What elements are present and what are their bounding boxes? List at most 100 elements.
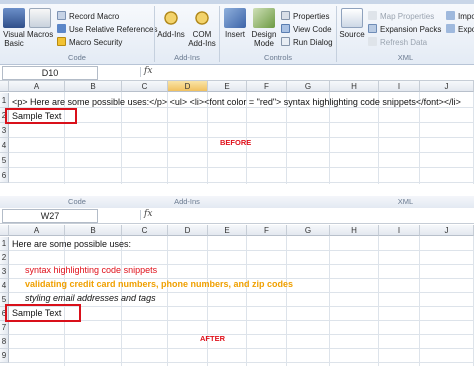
gridline xyxy=(378,236,379,366)
select-all-corner[interactable] xyxy=(0,81,9,92)
column-header-h[interactable]: H xyxy=(330,81,379,92)
record-macro-icon xyxy=(57,11,66,20)
refresh-data-button[interactable]: Refresh Data xyxy=(368,37,427,48)
gridline xyxy=(167,236,168,366)
expansion-packs-label: Expansion Packs xyxy=(380,25,442,34)
gridline xyxy=(207,236,208,366)
developer-ribbon: Visual Basic Macros Record Macro Use Rel… xyxy=(0,0,474,65)
com-addins-button[interactable]: COM Add-Ins xyxy=(187,8,217,48)
row-header-9[interactable]: 9 xyxy=(0,349,9,363)
relative-references-label: Use Relative References xyxy=(69,25,158,34)
list-item-validating: validating credit card numbers, phone nu… xyxy=(25,279,294,289)
column-header-d[interactable]: D xyxy=(168,81,208,92)
select-all-corner[interactable] xyxy=(0,225,9,236)
name-box-before[interactable]: D10 xyxy=(2,66,98,80)
addins-label: Add-Ins xyxy=(157,30,185,39)
row-header-8[interactable]: 8 xyxy=(0,335,9,349)
relative-references-button[interactable]: Use Relative References xyxy=(57,24,157,35)
map-properties-button[interactable]: Map Properties xyxy=(368,11,434,22)
expansion-packs-icon xyxy=(368,24,377,33)
column-header-i[interactable]: I xyxy=(379,225,420,236)
run-dialog-button[interactable]: Run Dialog xyxy=(281,37,333,48)
export-button[interactable]: Expor xyxy=(446,24,474,35)
view-code-button[interactable]: View Code xyxy=(281,24,332,35)
gridline xyxy=(9,167,474,168)
refresh-icon xyxy=(368,37,377,46)
gridline xyxy=(9,348,474,349)
column-header-f[interactable]: F xyxy=(247,225,287,236)
properties-button[interactable]: Properties xyxy=(281,11,329,22)
function-icon[interactable]: fx xyxy=(144,66,152,76)
visual-basic-icon xyxy=(3,8,25,28)
name-box-after[interactable]: W27 xyxy=(2,209,98,223)
column-header-j[interactable]: J xyxy=(420,225,474,236)
gridline xyxy=(9,334,474,335)
cell-a2-text: Sample Text xyxy=(12,111,62,121)
xml-group-label: XML xyxy=(397,197,414,206)
row-header-6[interactable]: 6 xyxy=(0,168,9,183)
design-mode-button[interactable]: Design Mode xyxy=(250,8,278,48)
import-button[interactable]: Impor xyxy=(446,11,474,22)
column-header-f[interactable]: F xyxy=(247,81,287,92)
column-header-g[interactable]: G xyxy=(287,225,330,236)
column-header-a[interactable]: A xyxy=(9,225,65,236)
after-label: AFTER xyxy=(200,334,225,343)
macros-label: Macros xyxy=(27,30,54,39)
row-header-1[interactable]: 1 xyxy=(0,93,9,108)
gear-icon xyxy=(191,8,213,28)
addins-group-label: Add-Ins xyxy=(174,53,200,62)
formula-bar-after: W27 fx xyxy=(0,208,474,224)
gear-icon xyxy=(160,8,182,28)
column-header-a[interactable]: A xyxy=(9,81,65,92)
row-header-2[interactable]: 2 xyxy=(0,251,9,265)
column-header-g[interactable]: G xyxy=(287,81,330,92)
row-header-5[interactable]: 5 xyxy=(0,153,9,168)
column-header-b[interactable]: B xyxy=(65,81,122,92)
list-item-styling: styling email addresses and tags xyxy=(25,293,156,303)
column-header-b[interactable]: B xyxy=(65,225,122,236)
row-header-4[interactable]: 4 xyxy=(0,279,9,293)
expansion-packs-button[interactable]: Expansion Packs xyxy=(368,24,441,35)
macros-icon xyxy=(29,8,51,28)
row-header-1[interactable]: 1 xyxy=(0,237,9,251)
properties-icon xyxy=(281,11,290,20)
row-header-4[interactable]: 4 xyxy=(0,138,9,153)
gridline xyxy=(286,236,287,366)
gridline xyxy=(329,236,330,366)
column-header-i[interactable]: I xyxy=(379,81,420,92)
column-header-c[interactable]: C xyxy=(122,81,168,92)
column-header-j[interactable]: J xyxy=(420,81,474,92)
map-properties-icon xyxy=(368,11,377,20)
row-header-3[interactable]: 3 xyxy=(0,123,9,138)
column-header-e[interactable]: E xyxy=(208,225,247,236)
import-label: Impor xyxy=(458,12,474,21)
gridline xyxy=(9,122,474,123)
cell-a6-text: Sample Text xyxy=(12,308,62,318)
formula-separator xyxy=(140,210,141,220)
column-header-d[interactable]: D xyxy=(168,225,208,236)
function-icon[interactable]: fx xyxy=(144,209,152,219)
macros-button[interactable]: Macros xyxy=(27,8,53,39)
row-header-3[interactable]: 3 xyxy=(0,265,9,279)
row-header-7[interactable]: 7 xyxy=(0,321,9,335)
source-label: Source xyxy=(339,30,365,39)
properties-label: Properties xyxy=(293,12,330,21)
insert-control-button[interactable]: Insert xyxy=(222,8,248,39)
source-button[interactable]: Source xyxy=(339,8,365,39)
visual-basic-button[interactable]: Visual Basic xyxy=(2,8,26,48)
cell-a1-text: <p> Here are some possible uses:</p> <ul… xyxy=(12,97,461,107)
controls-group-label: Controls xyxy=(264,53,292,62)
column-header-e[interactable]: E xyxy=(208,81,247,92)
cell-a1-text: Here are some possible uses: xyxy=(12,239,132,249)
addins-button[interactable]: Add-Ins xyxy=(157,8,185,39)
visual-basic-label: Visual Basic xyxy=(3,30,25,48)
macro-security-label: Macro Security xyxy=(69,38,123,47)
column-header-h[interactable]: H xyxy=(330,225,379,236)
export-label: Expor xyxy=(458,25,474,34)
view-code-icon xyxy=(281,24,290,33)
macro-security-button[interactable]: Macro Security xyxy=(57,37,122,48)
gridline xyxy=(9,250,474,251)
dialog-icon xyxy=(281,37,290,46)
column-header-c[interactable]: C xyxy=(122,225,168,236)
record-macro-button[interactable]: Record Macro xyxy=(57,11,119,22)
